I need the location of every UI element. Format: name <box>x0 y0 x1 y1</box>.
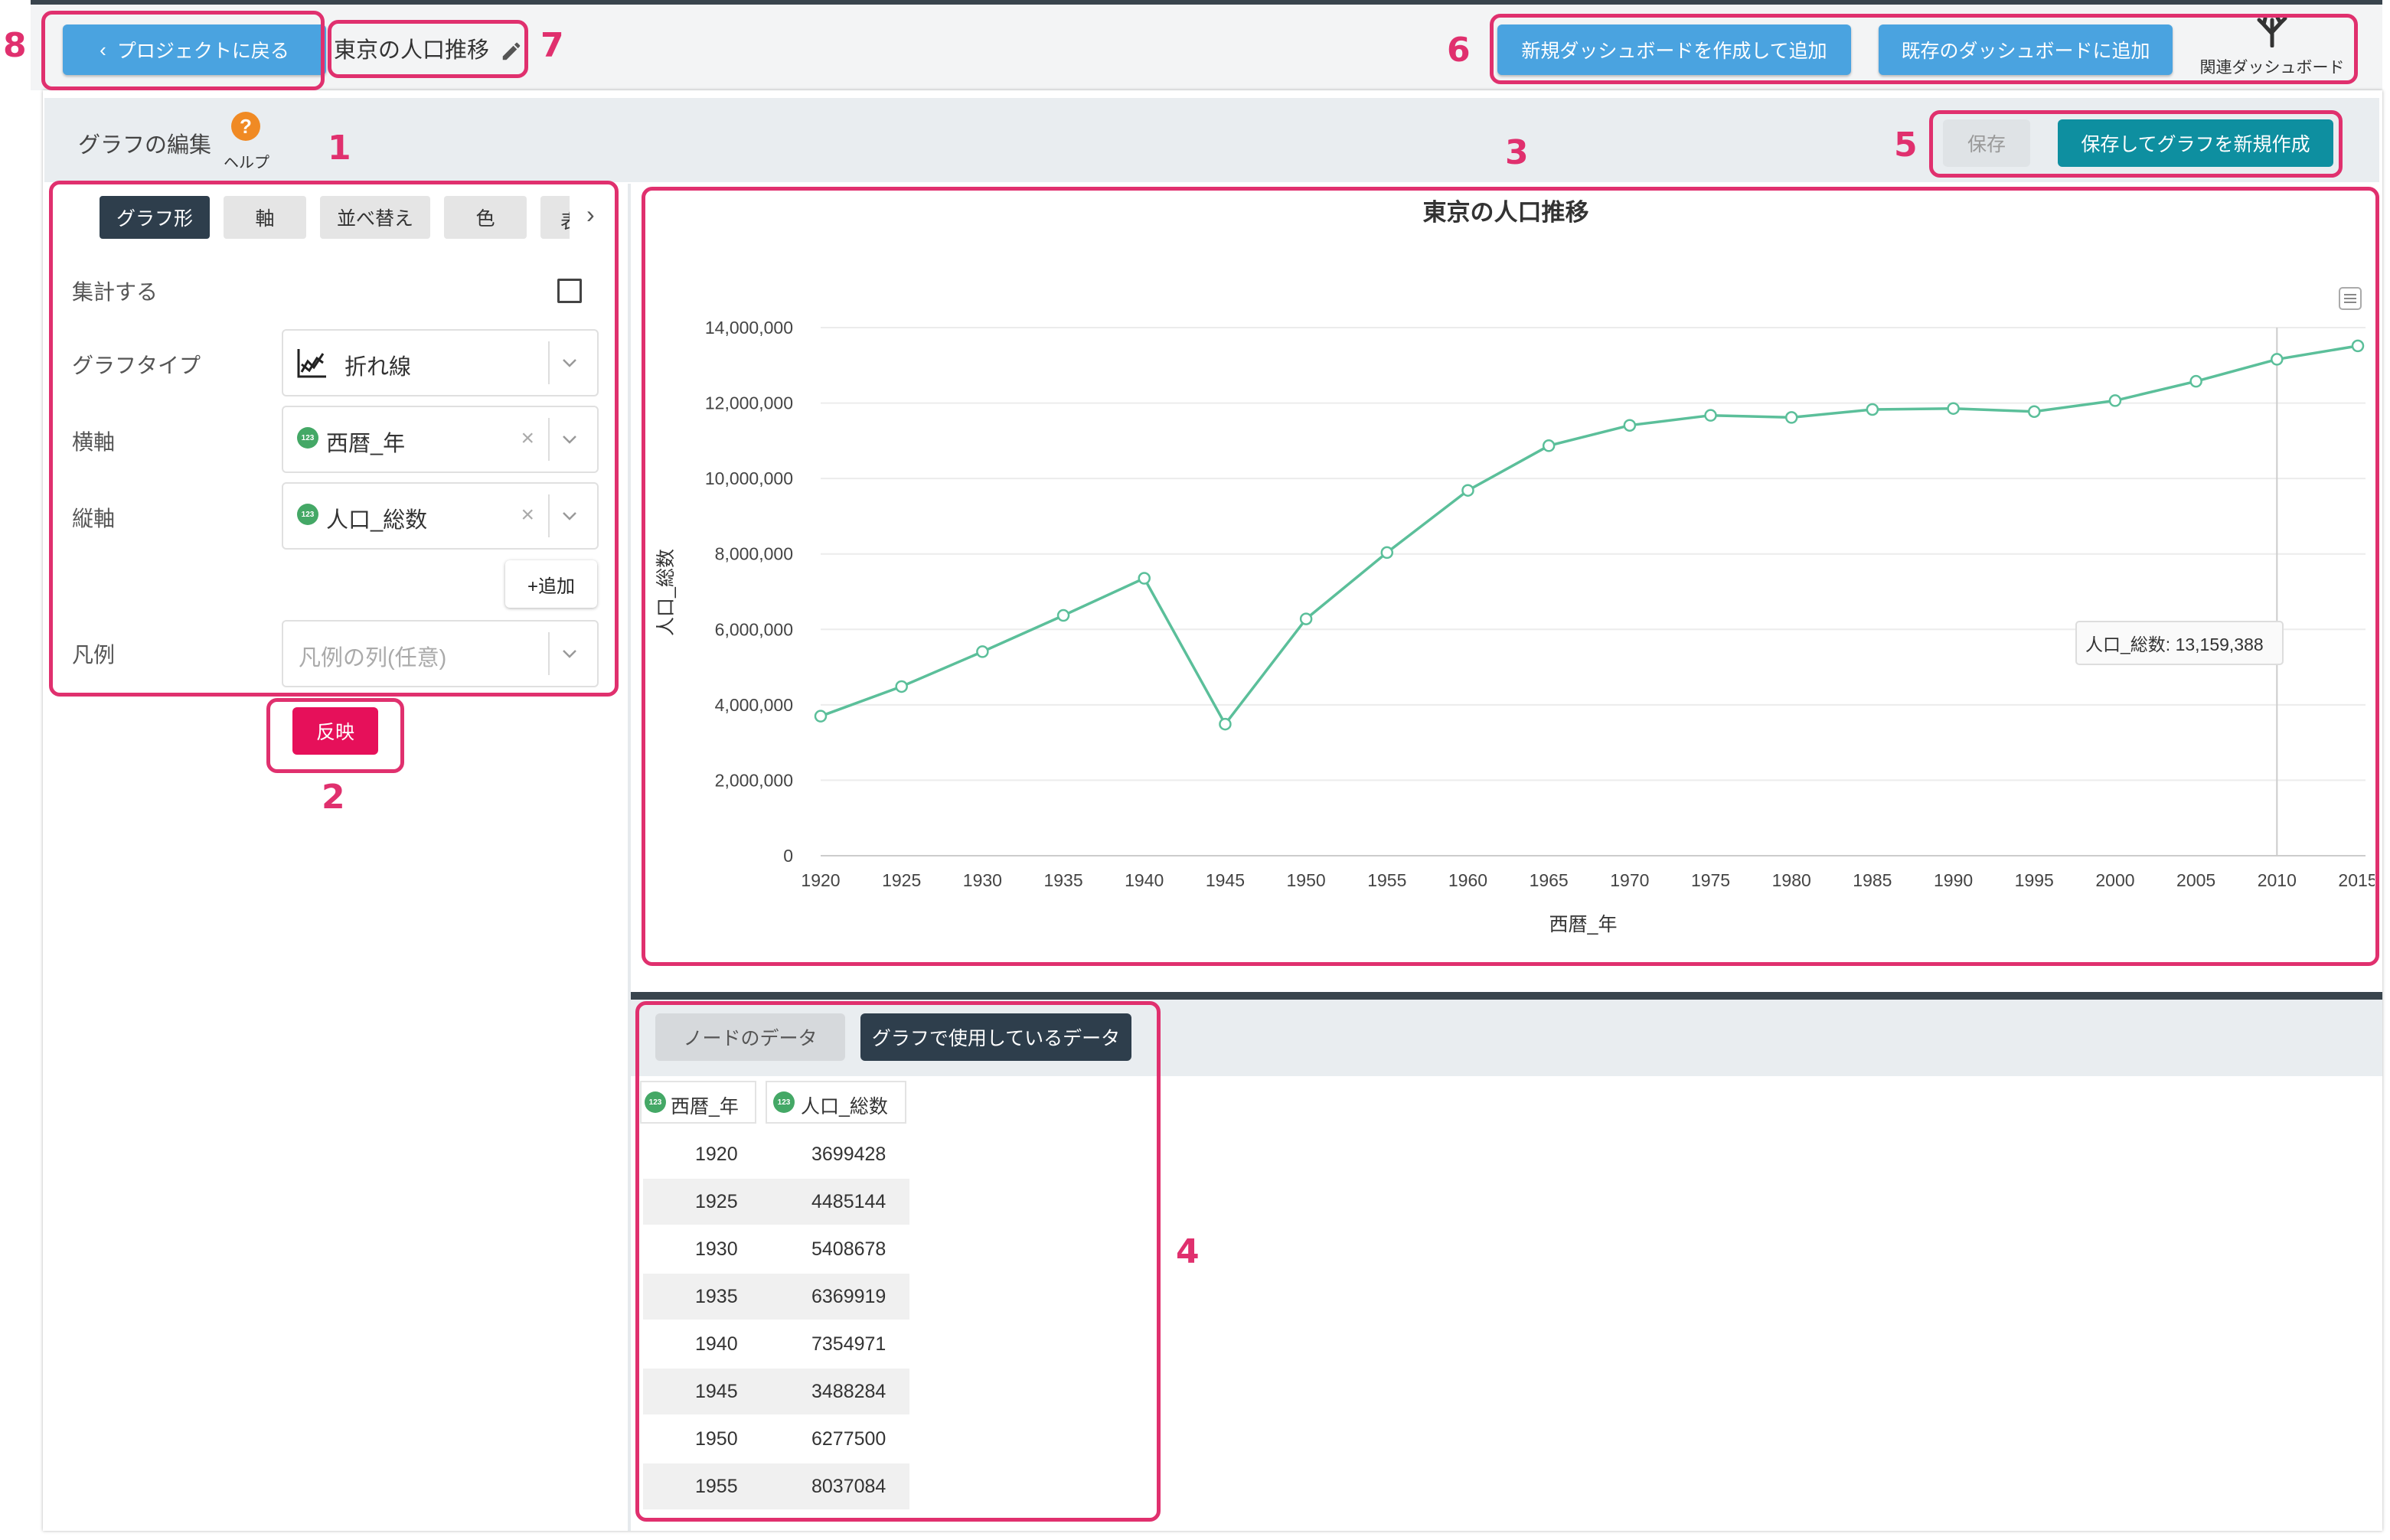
help-button[interactable]: ? ヘルプ <box>222 110 276 171</box>
annotation-box-5 <box>1929 110 2343 178</box>
annotation-box-3 <box>642 187 2379 966</box>
callout-2: 2 <box>322 778 345 817</box>
callout-6: 6 <box>1447 31 1471 70</box>
column-divider <box>628 184 631 1531</box>
help-icon: ? <box>231 112 260 141</box>
annotation-box-1 <box>49 181 619 697</box>
editor-title: グラフの編集 <box>78 133 212 158</box>
annotation-box-7 <box>328 20 528 78</box>
callout-3: 3 <box>1505 133 1529 172</box>
callout-4: 4 <box>1176 1232 1200 1271</box>
callout-8: 8 <box>3 26 27 65</box>
annotation-box-4 <box>635 1001 1161 1522</box>
callout-5: 5 <box>1894 126 1918 165</box>
callout-7: 7 <box>540 26 564 65</box>
callout-1: 1 <box>328 129 351 168</box>
annotation-box-8 <box>41 11 325 90</box>
annotation-box-2 <box>266 698 404 773</box>
annotation-box-6 <box>1490 14 2358 84</box>
section-separator <box>631 992 2382 1000</box>
